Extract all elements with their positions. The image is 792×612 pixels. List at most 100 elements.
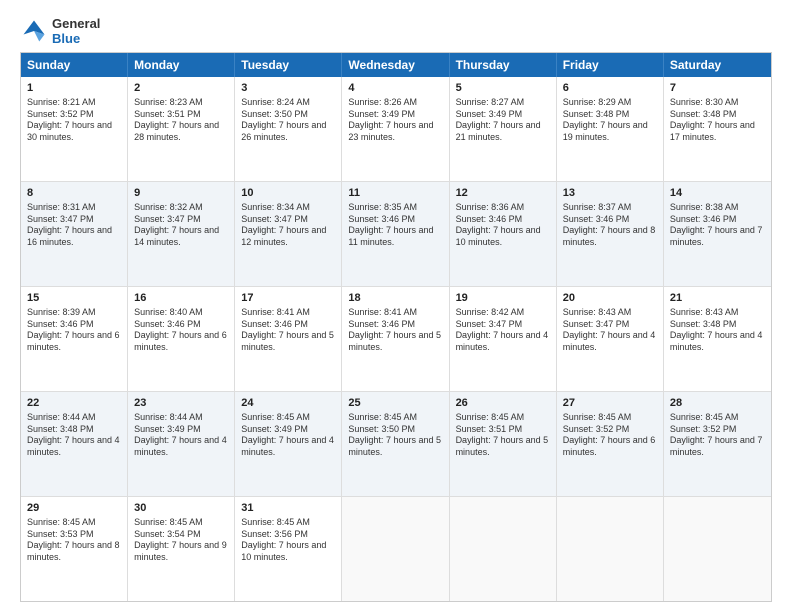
day-number: 6	[563, 81, 657, 96]
day-cell-10: 10Sunrise: 8:34 AMSunset: 3:47 PMDayligh…	[235, 182, 342, 286]
header-cell-monday: Monday	[128, 53, 235, 77]
day-cell-19: 19Sunrise: 8:42 AMSunset: 3:47 PMDayligh…	[450, 287, 557, 391]
calendar-row: 1Sunrise: 8:21 AMSunset: 3:52 PMDaylight…	[21, 77, 771, 182]
day-cell-7: 7Sunrise: 8:30 AMSunset: 3:48 PMDaylight…	[664, 77, 771, 181]
cell-info: Sunrise: 8:26 AMSunset: 3:49 PMDaylight:…	[348, 97, 442, 144]
day-cell-23: 23Sunrise: 8:44 AMSunset: 3:49 PMDayligh…	[128, 392, 235, 496]
cell-info: Sunrise: 8:27 AMSunset: 3:49 PMDaylight:…	[456, 97, 550, 144]
day-number: 11	[348, 186, 442, 201]
empty-cell	[450, 497, 557, 601]
day-number: 20	[563, 291, 657, 306]
day-number: 8	[27, 186, 121, 201]
day-cell-24: 24Sunrise: 8:45 AMSunset: 3:49 PMDayligh…	[235, 392, 342, 496]
cell-info: Sunrise: 8:32 AMSunset: 3:47 PMDaylight:…	[134, 202, 228, 249]
calendar-row: 22Sunrise: 8:44 AMSunset: 3:48 PMDayligh…	[21, 392, 771, 497]
day-number: 9	[134, 186, 228, 201]
day-number: 5	[456, 81, 550, 96]
cell-info: Sunrise: 8:44 AMSunset: 3:49 PMDaylight:…	[134, 412, 228, 459]
cell-info: Sunrise: 8:45 AMSunset: 3:49 PMDaylight:…	[241, 412, 335, 459]
cell-info: Sunrise: 8:30 AMSunset: 3:48 PMDaylight:…	[670, 97, 765, 144]
day-cell-18: 18Sunrise: 8:41 AMSunset: 3:46 PMDayligh…	[342, 287, 449, 391]
cell-info: Sunrise: 8:45 AMSunset: 3:50 PMDaylight:…	[348, 412, 442, 459]
cell-info: Sunrise: 8:45 AMSunset: 3:52 PMDaylight:…	[563, 412, 657, 459]
day-cell-1: 1Sunrise: 8:21 AMSunset: 3:52 PMDaylight…	[21, 77, 128, 181]
day-cell-26: 26Sunrise: 8:45 AMSunset: 3:51 PMDayligh…	[450, 392, 557, 496]
day-number: 1	[27, 81, 121, 96]
cell-info: Sunrise: 8:39 AMSunset: 3:46 PMDaylight:…	[27, 307, 121, 354]
day-number: 28	[670, 396, 765, 411]
day-number: 15	[27, 291, 121, 306]
day-number: 26	[456, 396, 550, 411]
cell-info: Sunrise: 8:35 AMSunset: 3:46 PMDaylight:…	[348, 202, 442, 249]
day-number: 22	[27, 396, 121, 411]
day-number: 16	[134, 291, 228, 306]
day-number: 2	[134, 81, 228, 96]
day-number: 27	[563, 396, 657, 411]
cell-info: Sunrise: 8:44 AMSunset: 3:48 PMDaylight:…	[27, 412, 121, 459]
cell-info: Sunrise: 8:21 AMSunset: 3:52 PMDaylight:…	[27, 97, 121, 144]
logo-text: General Blue	[52, 16, 100, 46]
day-cell-31: 31Sunrise: 8:45 AMSunset: 3:56 PMDayligh…	[235, 497, 342, 601]
logo-icon	[20, 17, 48, 45]
day-cell-13: 13Sunrise: 8:37 AMSunset: 3:46 PMDayligh…	[557, 182, 664, 286]
day-cell-5: 5Sunrise: 8:27 AMSunset: 3:49 PMDaylight…	[450, 77, 557, 181]
cell-info: Sunrise: 8:43 AMSunset: 3:47 PMDaylight:…	[563, 307, 657, 354]
day-cell-16: 16Sunrise: 8:40 AMSunset: 3:46 PMDayligh…	[128, 287, 235, 391]
day-cell-11: 11Sunrise: 8:35 AMSunset: 3:46 PMDayligh…	[342, 182, 449, 286]
cell-info: Sunrise: 8:41 AMSunset: 3:46 PMDaylight:…	[348, 307, 442, 354]
header-cell-thursday: Thursday	[450, 53, 557, 77]
cell-info: Sunrise: 8:24 AMSunset: 3:50 PMDaylight:…	[241, 97, 335, 144]
cell-info: Sunrise: 8:37 AMSunset: 3:46 PMDaylight:…	[563, 202, 657, 249]
cell-info: Sunrise: 8:45 AMSunset: 3:52 PMDaylight:…	[670, 412, 765, 459]
day-cell-4: 4Sunrise: 8:26 AMSunset: 3:49 PMDaylight…	[342, 77, 449, 181]
day-cell-6: 6Sunrise: 8:29 AMSunset: 3:48 PMDaylight…	[557, 77, 664, 181]
day-cell-8: 8Sunrise: 8:31 AMSunset: 3:47 PMDaylight…	[21, 182, 128, 286]
day-cell-14: 14Sunrise: 8:38 AMSunset: 3:46 PMDayligh…	[664, 182, 771, 286]
cell-info: Sunrise: 8:45 AMSunset: 3:54 PMDaylight:…	[134, 517, 228, 564]
day-number: 12	[456, 186, 550, 201]
day-cell-2: 2Sunrise: 8:23 AMSunset: 3:51 PMDaylight…	[128, 77, 235, 181]
day-cell-28: 28Sunrise: 8:45 AMSunset: 3:52 PMDayligh…	[664, 392, 771, 496]
calendar-row: 15Sunrise: 8:39 AMSunset: 3:46 PMDayligh…	[21, 287, 771, 392]
calendar-body: 1Sunrise: 8:21 AMSunset: 3:52 PMDaylight…	[21, 77, 771, 601]
day-number: 10	[241, 186, 335, 201]
day-cell-25: 25Sunrise: 8:45 AMSunset: 3:50 PMDayligh…	[342, 392, 449, 496]
header-cell-friday: Friday	[557, 53, 664, 77]
cell-info: Sunrise: 8:36 AMSunset: 3:46 PMDaylight:…	[456, 202, 550, 249]
day-cell-3: 3Sunrise: 8:24 AMSunset: 3:50 PMDaylight…	[235, 77, 342, 181]
calendar-header: SundayMondayTuesdayWednesdayThursdayFrid…	[21, 53, 771, 77]
day-number: 21	[670, 291, 765, 306]
day-number: 18	[348, 291, 442, 306]
calendar: SundayMondayTuesdayWednesdayThursdayFrid…	[20, 52, 772, 602]
calendar-row: 29Sunrise: 8:45 AMSunset: 3:53 PMDayligh…	[21, 497, 771, 601]
day-number: 25	[348, 396, 442, 411]
day-number: 3	[241, 81, 335, 96]
day-number: 24	[241, 396, 335, 411]
day-number: 30	[134, 501, 228, 516]
day-cell-9: 9Sunrise: 8:32 AMSunset: 3:47 PMDaylight…	[128, 182, 235, 286]
day-cell-17: 17Sunrise: 8:41 AMSunset: 3:46 PMDayligh…	[235, 287, 342, 391]
cell-info: Sunrise: 8:23 AMSunset: 3:51 PMDaylight:…	[134, 97, 228, 144]
day-number: 14	[670, 186, 765, 201]
header-cell-wednesday: Wednesday	[342, 53, 449, 77]
day-cell-15: 15Sunrise: 8:39 AMSunset: 3:46 PMDayligh…	[21, 287, 128, 391]
empty-cell	[664, 497, 771, 601]
day-cell-27: 27Sunrise: 8:45 AMSunset: 3:52 PMDayligh…	[557, 392, 664, 496]
cell-info: Sunrise: 8:45 AMSunset: 3:53 PMDaylight:…	[27, 517, 121, 564]
header-cell-tuesday: Tuesday	[235, 53, 342, 77]
day-cell-20: 20Sunrise: 8:43 AMSunset: 3:47 PMDayligh…	[557, 287, 664, 391]
day-number: 29	[27, 501, 121, 516]
day-number: 7	[670, 81, 765, 96]
cell-info: Sunrise: 8:40 AMSunset: 3:46 PMDaylight:…	[134, 307, 228, 354]
day-cell-21: 21Sunrise: 8:43 AMSunset: 3:48 PMDayligh…	[664, 287, 771, 391]
header-cell-sunday: Sunday	[21, 53, 128, 77]
day-number: 23	[134, 396, 228, 411]
logo: General Blue	[20, 16, 100, 46]
cell-info: Sunrise: 8:45 AMSunset: 3:51 PMDaylight:…	[456, 412, 550, 459]
cell-info: Sunrise: 8:29 AMSunset: 3:48 PMDaylight:…	[563, 97, 657, 144]
day-cell-22: 22Sunrise: 8:44 AMSunset: 3:48 PMDayligh…	[21, 392, 128, 496]
day-cell-12: 12Sunrise: 8:36 AMSunset: 3:46 PMDayligh…	[450, 182, 557, 286]
cell-info: Sunrise: 8:34 AMSunset: 3:47 PMDaylight:…	[241, 202, 335, 249]
calendar-page: General Blue SundayMondayTuesdayWednesda…	[0, 0, 792, 612]
empty-cell	[342, 497, 449, 601]
